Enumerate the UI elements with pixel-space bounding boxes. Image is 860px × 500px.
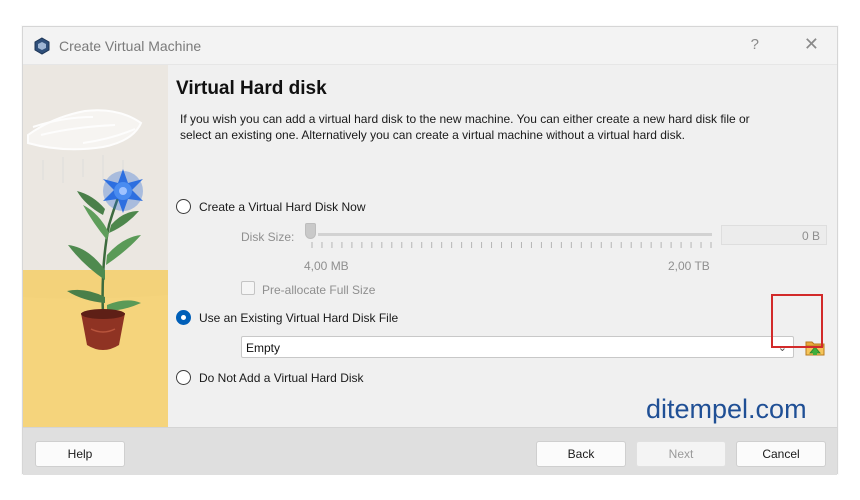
watermark-text: ditempel.com	[646, 394, 807, 424]
cancel-button[interactable]: Cancel	[736, 441, 826, 467]
existing-disk-select[interactable]: Empty ⌄	[241, 336, 794, 358]
preallocate-checkbox[interactable]	[241, 281, 255, 295]
use-existing-disk-label: Use an Existing Virtual Hard Disk File	[199, 311, 399, 325]
title-bar: Create Virtual Machine ? ✕	[23, 27, 837, 65]
disk-size-slider-track	[318, 233, 712, 236]
use-existing-disk-radio[interactable]	[176, 310, 191, 325]
disk-size-input[interactable]: 0 B	[721, 225, 827, 245]
create-new-disk-label: Create a Virtual Hard Disk Now	[199, 200, 366, 214]
disk-size-max-label: 2,00 TB	[668, 259, 710, 273]
virtualbox-icon	[34, 37, 50, 55]
disk-size-min-label: 4,00 MB	[304, 259, 349, 273]
help-title-button[interactable]: ?	[751, 36, 759, 53]
wizard-page: Virtual Hard disk If you wish you can ad…	[168, 65, 837, 427]
folder-button-highlight	[771, 294, 823, 348]
help-button[interactable]: Help	[35, 441, 125, 467]
create-vm-dialog: Create Virtual Machine ? ✕ Virtual Hard …	[22, 26, 838, 475]
page-title: Virtual Hard disk	[176, 78, 327, 99]
flower-pot-illustration	[23, 65, 168, 427]
button-bar: Help Back Next Cancel	[23, 427, 837, 475]
disk-size-slider-thumb[interactable]	[305, 223, 316, 239]
create-new-disk-radio[interactable]	[176, 199, 191, 214]
next-button[interactable]: Next	[636, 441, 726, 467]
disk-size-label: Disk Size:	[241, 230, 295, 244]
close-button[interactable]: ✕	[804, 35, 819, 53]
wizard-illustration	[23, 65, 168, 427]
no-disk-radio[interactable]	[176, 370, 191, 385]
disk-size-ticks	[311, 242, 712, 248]
no-disk-label: Do Not Add a Virtual Hard Disk	[199, 371, 364, 385]
back-button[interactable]: Back	[536, 441, 626, 467]
existing-disk-value: Empty	[246, 341, 281, 355]
page-description: If you wish you can add a virtual hard d…	[180, 112, 750, 142]
preallocate-label: Pre-allocate Full Size	[262, 283, 376, 297]
window-title: Create Virtual Machine	[59, 38, 202, 54]
